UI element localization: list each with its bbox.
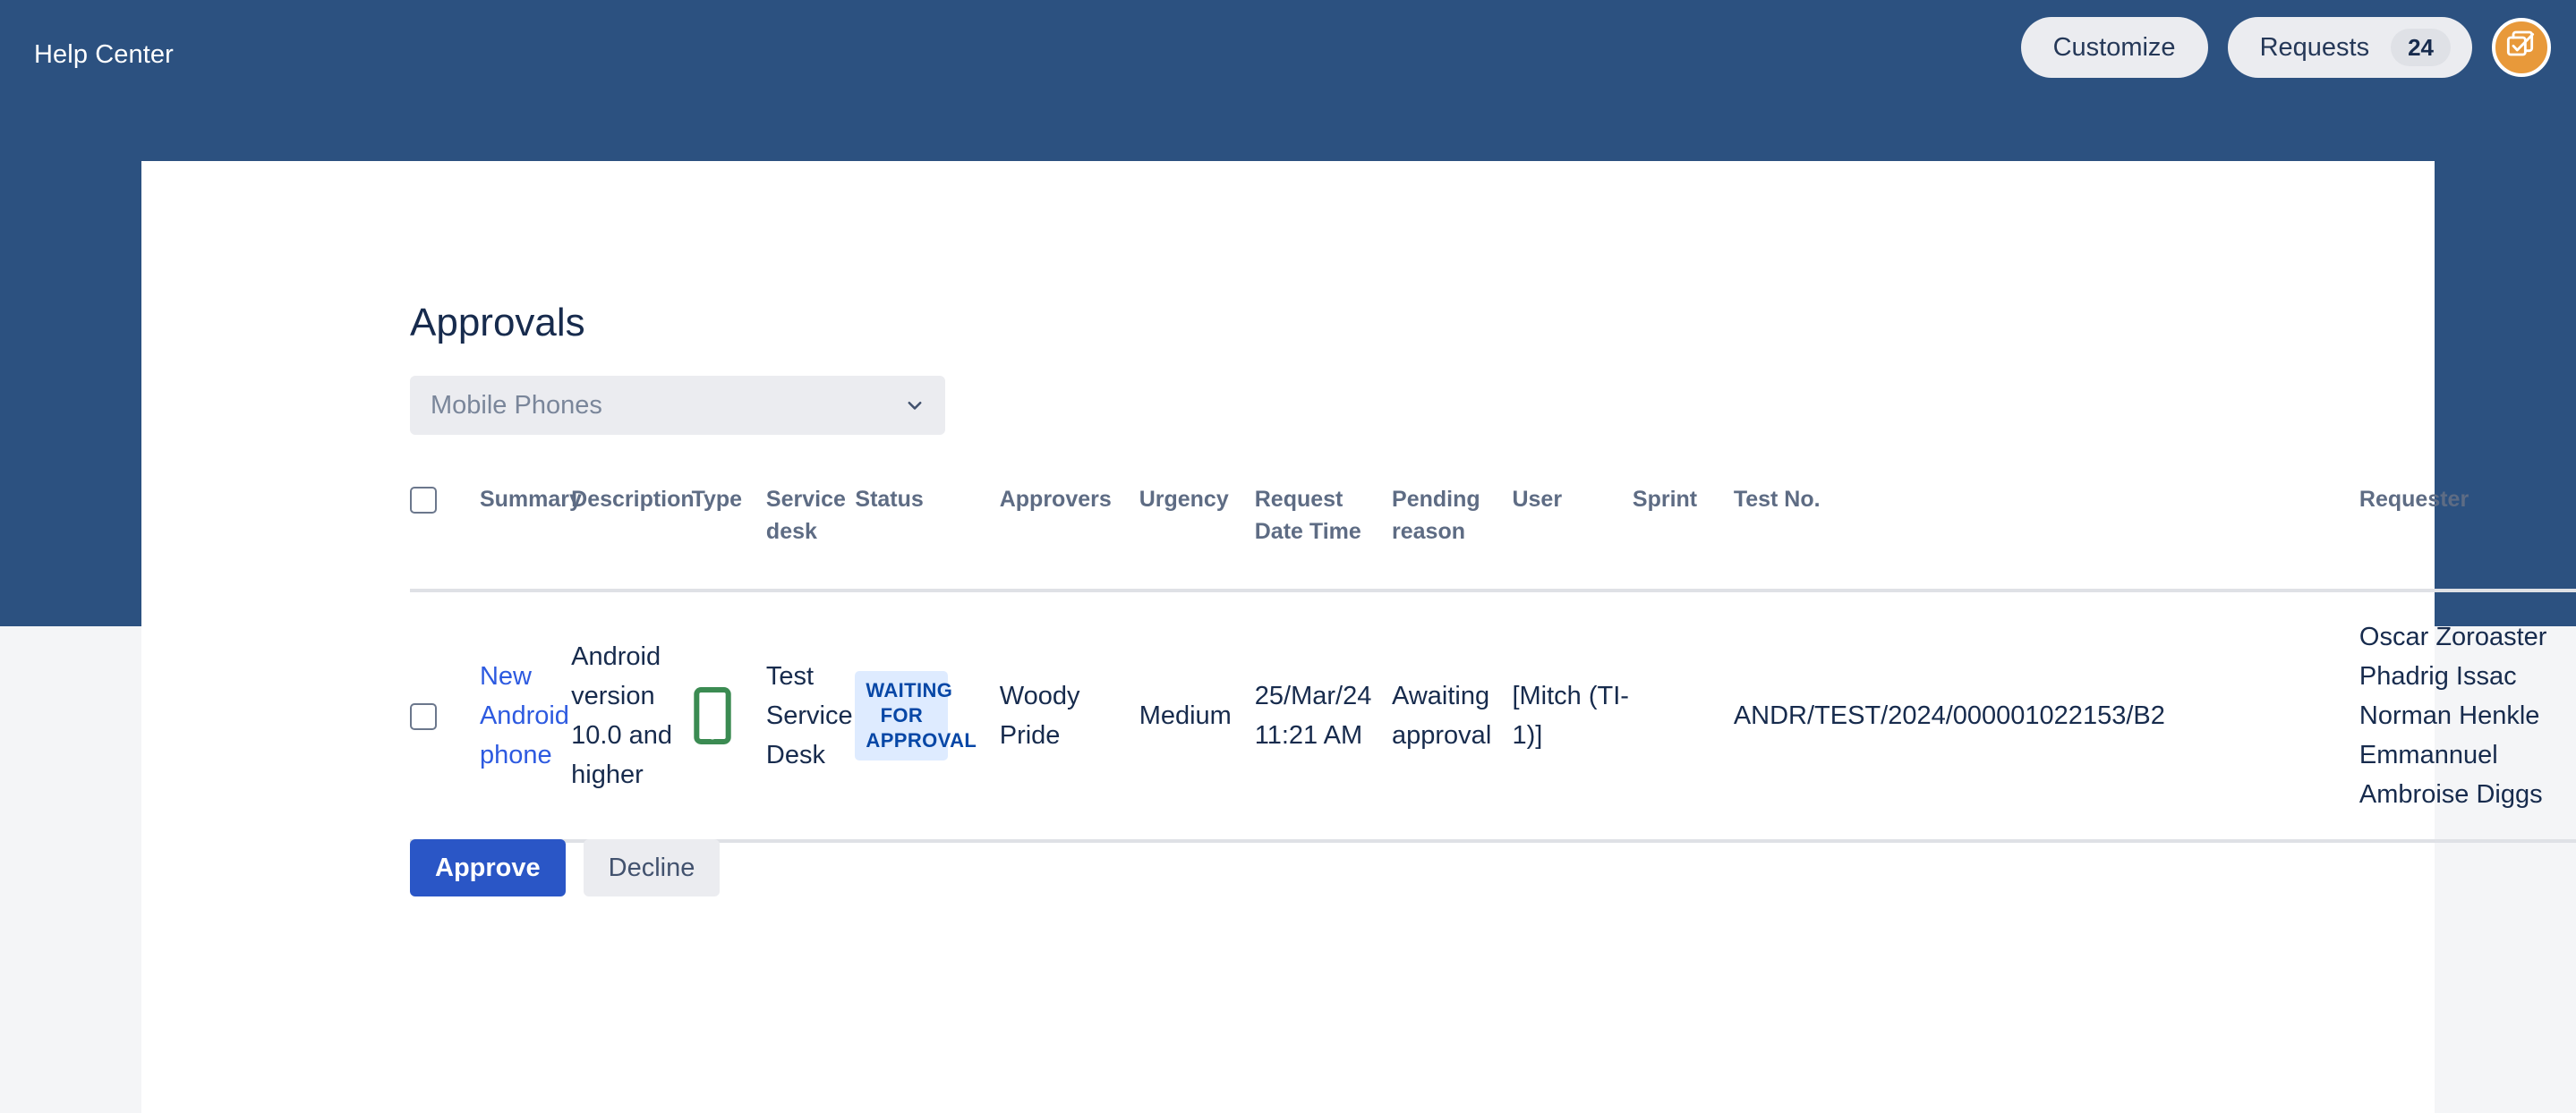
requests-button-label: Requests [2259, 32, 2370, 62]
content-card: Approvals Mobile Phones Summary Descript… [141, 161, 2576, 1113]
decline-button[interactable]: Decline [583, 839, 721, 896]
column-header-approvers[interactable]: Approvers [1000, 483, 1139, 590]
chevron-down-icon [905, 395, 925, 415]
cell-requester: Oscar Zoroaster Phadrig Issac Norman Hen… [2358, 623, 2547, 809]
table-header: Summary Description Type Service desk St… [410, 483, 2576, 590]
cell-test-no: ANDR/TEST/2024/000001022153/B2 [1733, 701, 2165, 730]
cell-summary: New Android phone [480, 590, 571, 841]
request-type-filter[interactable]: Mobile Phones [410, 376, 945, 435]
cell-type [692, 590, 766, 841]
column-header-requester[interactable]: Requester [2359, 483, 2576, 590]
cell-approvers: Woody Pride [999, 682, 1080, 750]
request-type-select[interactable]: Mobile Phones [410, 376, 945, 435]
cell-request-date-time: 25/Mar/24 11:21 AM [1254, 682, 1372, 750]
row-select-checkbox[interactable] [410, 703, 437, 731]
brand-title: Help Center [34, 40, 174, 69]
cell-user: [Mitch (TI-1)] [1512, 682, 1629, 750]
customize-button-label: Customize [2052, 32, 2176, 62]
column-header-status[interactable]: Status [855, 483, 999, 590]
cell-service-desk: Test Service Desk [765, 662, 853, 769]
column-header-test-no[interactable]: Test No. [1734, 483, 2359, 590]
cell-pending-reason: Awaiting approval [1392, 682, 1492, 750]
page-title: Approvals [410, 301, 585, 344]
table-body: New Android phone Android version 10.0 a… [410, 590, 2576, 841]
column-header-request-date-time[interactable]: Request Date Time [1255, 483, 1392, 590]
column-header-sprint[interactable]: Sprint [1633, 483, 1734, 590]
select-all-cell [410, 483, 480, 590]
cell-status: WAITING FOR APPROVAL [855, 590, 999, 841]
avatar[interactable] [2492, 18, 2551, 77]
row-select-cell [410, 590, 480, 841]
mobile-phone-icon [692, 687, 766, 744]
requests-button[interactable]: Requests 24 [2227, 17, 2472, 78]
cell-description: Android version 10.0 and higher [571, 642, 673, 789]
status-badge: WAITING FOR APPROVAL [855, 671, 977, 760]
column-header-service-desk[interactable]: Service desk [766, 483, 855, 590]
table-header-row: Summary Description Type Service desk St… [410, 483, 2576, 590]
column-header-urgency[interactable]: Urgency [1139, 483, 1255, 590]
checklist-icon [2503, 28, 2539, 68]
approval-actions: Approve Decline [410, 839, 721, 896]
column-header-summary[interactable]: Summary [480, 483, 582, 590]
approve-button[interactable]: Approve [410, 839, 566, 896]
customize-button[interactable]: Customize [2020, 17, 2208, 78]
requests-count-badge: 24 [2391, 29, 2451, 66]
select-all-checkbox[interactable] [410, 487, 437, 514]
summary-link[interactable]: New Android phone [480, 662, 569, 769]
cell-urgency: Medium [1139, 701, 1232, 730]
column-header-user[interactable]: User [1512, 483, 1632, 590]
approvals-table: Summary Description Type Service desk St… [410, 483, 2576, 843]
column-header-pending-reason[interactable]: Pending reason [1392, 483, 1512, 590]
column-header-description[interactable]: Description [571, 483, 695, 590]
top-nav-actions: Customize Requests 24 [2020, 17, 2551, 78]
cell-sprint [1633, 590, 1734, 841]
page-root: Help Center Customize Requests 24 Approv… [0, 0, 2576, 1113]
table-row: New Android phone Android version 10.0 a… [410, 590, 2576, 841]
request-type-selected-value: Mobile Phones [431, 390, 602, 420]
top-navigation-bar: Help Center Customize Requests 24 [0, 0, 2576, 107]
column-header-type[interactable]: Type [692, 483, 766, 590]
